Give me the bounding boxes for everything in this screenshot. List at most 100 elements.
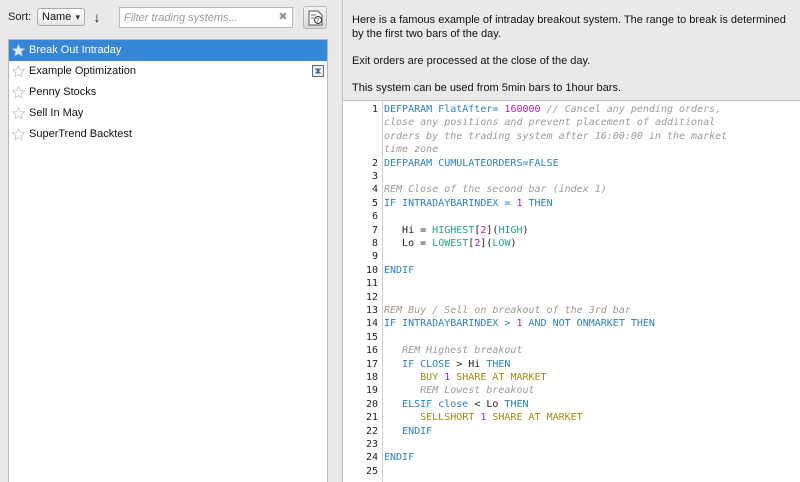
code-line: close any positions and prevent placemen… — [384, 117, 715, 128]
line-number: 5 — [371, 197, 378, 209]
systems-toolbar: Sort: Name ▾ ↓ Filter trading systems...… — [0, 0, 336, 38]
code-token: THEN — [522, 197, 553, 209]
list-item[interactable]: Sell In May — [9, 103, 327, 124]
code-line: BUY 1 SHARE AT MARKET — [384, 372, 547, 383]
code-token: IF CLOSE — [384, 358, 457, 370]
systems-panel: Sort: Name ▾ ↓ Filter trading systems...… — [0, 0, 336, 482]
line-number: 6 — [371, 211, 378, 223]
code-line: ENDIF — [384, 426, 432, 437]
list-item[interactable]: SuperTrend Backtest — [9, 124, 327, 145]
code-line: DEFPARAM FlatAfter= 160000 // Cancel any… — [384, 104, 721, 115]
systems-list: Break Out Intraday Example Optimization … — [8, 39, 328, 482]
code-token: REM Close of the second bar (index 1) — [384, 184, 607, 196]
line-number-gutter: 1 2 3 4 5 6 7 8 9 10 11 12 13 14 15 16 17 18 19 20 21 22 23 24 2… — [343, 101, 383, 482]
clear-icon[interactable]: ✖ — [277, 11, 289, 23]
optimization-icon — [312, 65, 324, 77]
star-icon[interactable] — [12, 128, 25, 141]
line-number: 10 — [365, 264, 378, 276]
code-token: 160000 — [504, 104, 541, 115]
line-number: 1 — [371, 104, 378, 115]
line-number: 9 — [371, 251, 378, 263]
description-paragraph: This system can be used from 5min bars t… — [352, 82, 622, 94]
code-token: close any positions and prevent placemen… — [384, 117, 716, 129]
code-editor[interactable]: 1 2 3 4 5 6 7 8 9 10 11 12 13 14 15 16 17 18 19 20 21 22 23 24 2… — [343, 100, 800, 482]
code-token: THEN — [486, 358, 511, 370]
line-number: 17 — [365, 358, 378, 370]
line-number: 3 — [371, 171, 378, 182]
line-number: 20 — [365, 398, 378, 410]
line-number: 25 — [365, 465, 378, 477]
code-token: // Cancel any pending orders, — [540, 104, 722, 115]
code-line: Lo = LOWEST[2](LOW) — [384, 238, 517, 249]
list-item[interactable]: Break Out Intraday — [9, 40, 327, 61]
code-line: REM Lowest breakout — [384, 385, 535, 397]
code-token: DEFPARAM CUMULATEORDERS=FALSE — [384, 157, 559, 169]
line-number: 15 — [365, 331, 378, 343]
code-token: DEFPARAM FlatAfter= — [384, 104, 505, 115]
arrow-down-icon[interactable]: ↓ — [90, 7, 104, 27]
help-button[interactable]: ? — [303, 6, 327, 29]
code-token: ELSIF close — [384, 398, 475, 410]
code-token: HIGHEST — [432, 224, 475, 236]
system-description: Here is a famous example of intraday bre… — [343, 0, 800, 100]
chevron-down-icon: ▾ — [75, 12, 80, 22]
line-number: 4 — [371, 184, 378, 196]
sort-select[interactable]: Name ▾ — [37, 8, 85, 26]
code-line: ELSIF close < Lo THEN — [384, 398, 529, 410]
list-item[interactable]: Example Optimization — [9, 61, 327, 82]
description-paragraph: Here is a famous example of intraday bre… — [352, 14, 786, 40]
filter-placeholder: Filter trading systems... — [124, 12, 238, 24]
sort-value: Name — [42, 11, 72, 23]
code-line: ENDIF — [384, 452, 414, 463]
line-number: 2 — [371, 157, 378, 169]
filter-input[interactable]: Filter trading systems... ✖ — [119, 7, 293, 28]
line-number: 18 — [365, 372, 378, 383]
code-token: REM Buy / Sell on breakout of the 3rd ba… — [384, 305, 631, 316]
code-line: orders by the trading system after 16:00… — [384, 131, 727, 142]
code-token: < Lo — [474, 398, 505, 410]
svg-text:?: ? — [316, 17, 319, 24]
code-token: ENDIF — [384, 452, 415, 464]
line-number: 14 — [365, 318, 378, 330]
code-token: REM Highest breakout — [384, 345, 523, 357]
line-number: 12 — [365, 291, 378, 303]
line-number: 21 — [365, 412, 378, 424]
code-line: ENDIF — [384, 265, 414, 276]
star-icon[interactable] — [12, 44, 25, 57]
list-item[interactable]: Penny Stocks — [9, 82, 327, 103]
code-line: IF CLOSE > Hi THEN — [384, 359, 510, 370]
line-number: 7 — [371, 224, 378, 236]
system-detail-panel: Here is a famous example of intraday bre… — [342, 0, 800, 482]
code-token: Hi = — [384, 224, 433, 236]
star-icon[interactable] — [12, 86, 25, 99]
line-number: 11 — [365, 278, 378, 290]
code-token: SELLSHORT — [384, 412, 481, 424]
star-icon[interactable] — [12, 65, 25, 78]
code-line: REM Buy / Sell on breakout of the 3rd ba… — [384, 305, 631, 316]
star-icon[interactable] — [12, 107, 25, 120]
code-token: REM Lowest breakout — [384, 385, 535, 397]
code-token: LOW — [492, 238, 511, 249]
code-line: time zone — [384, 144, 438, 155]
code-token: HIGH — [498, 224, 523, 236]
code-token: IF INTRADAYBARINDEX > — [384, 318, 517, 330]
code-line: IF INTRADAYBARINDEX > 1 AND NOT ONMARKET… — [384, 318, 655, 329]
code-token: ) — [522, 224, 529, 236]
help-document-icon: ? — [308, 10, 323, 26]
code-token: IF INTRADAYBARINDEX = — [384, 197, 517, 209]
code-token: THEN — [504, 398, 529, 410]
line-number: 19 — [365, 385, 378, 397]
code-line: REM Highest breakout — [384, 345, 522, 356]
code-token: ) — [510, 238, 517, 249]
code-token: SHARE AT MARKET — [450, 372, 547, 383]
line-number: 22 — [365, 425, 378, 437]
code-line: Hi = HIGHEST[2](HIGH) — [384, 225, 529, 236]
code-line: DEFPARAM CUMULATEORDERS=FALSE — [384, 158, 559, 169]
list-item-label: Break Out Intraday — [29, 44, 122, 56]
line-number: 24 — [365, 452, 378, 464]
list-item-label: Penny Stocks — [29, 86, 97, 98]
line-number: 8 — [371, 238, 378, 249]
code-line: IF INTRADAYBARINDEX = 1 THEN — [384, 198, 553, 209]
code-token: ENDIF — [384, 425, 433, 437]
code-token: AND NOT ONMARKET THEN — [522, 318, 655, 330]
